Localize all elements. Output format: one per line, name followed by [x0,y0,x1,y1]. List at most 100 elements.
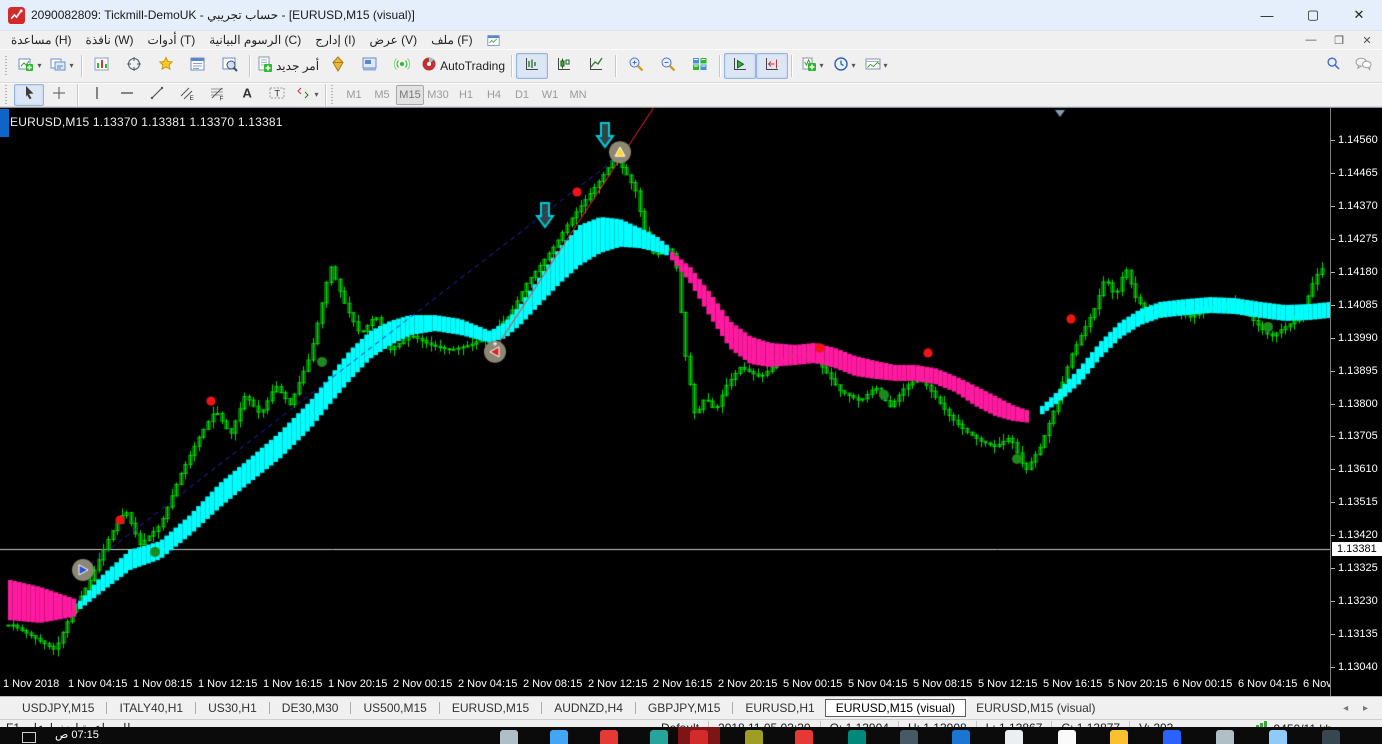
fibonacci-tool[interactable]: F [202,84,232,106]
taskbar-app-red-icon[interactable] [600,730,618,744]
terminal-button[interactable] [354,53,386,79]
taskbar-app-light-icon[interactable] [1005,730,1023,744]
chart-tab[interactable]: EURUSD,H1 [735,699,824,717]
taskbar-app-blue-icon[interactable] [952,730,970,744]
templates-button[interactable]: ▾ [860,53,892,79]
tick-chart-button[interactable] [86,53,118,79]
timeframe-h4[interactable]: H4 [480,85,508,105]
taskbar-app-red-2-icon[interactable] [795,730,813,744]
taskbar-app-window-icon[interactable] [500,730,518,744]
timeframe-d1[interactable]: D1 [508,85,536,105]
timeframe-w1[interactable]: W1 [536,85,564,105]
candle-chart-button[interactable] [548,53,580,79]
menu-insert[interactable]: إدارج (I) [308,32,362,48]
chart-window-icon[interactable] [486,34,501,47]
zoom-in-button[interactable] [620,53,652,79]
taskbar-app-lightblue-icon[interactable] [1269,730,1287,744]
toolbar-grip[interactable] [5,56,10,76]
mdi-close-button[interactable]: ✕ [1358,34,1376,47]
maximize-button[interactable]: ▢ [1290,0,1336,30]
tile-windows-button[interactable] [684,53,716,79]
cursor-tool[interactable] [14,84,44,106]
indicators-button[interactable]: ▾ [796,53,828,79]
close-button[interactable]: ✕ [1336,0,1382,30]
new-chart-button-caret[interactable]: ▾ [37,62,41,70]
auto-scroll-button[interactable] [724,53,756,79]
chart-tab[interactable]: GBPJPY,M15 [638,699,730,717]
mdi-restore-button[interactable]: ❐ [1330,34,1348,47]
autotrading-button[interactable]: AutoTrading [418,53,508,79]
community-chat-icon[interactable] [1355,56,1372,76]
menu-file[interactable]: ملف (F) [424,32,479,48]
arrows-tool[interactable]: ▾ [292,84,322,106]
text-tool[interactable]: A [232,84,262,106]
taskbar-app-colorful-icon[interactable] [550,730,568,744]
chart-shift-button[interactable] [756,53,788,79]
chart-tab[interactable]: AUDNZD,H4 [544,699,633,717]
news-button[interactable] [386,53,418,79]
taskbar-app-blue-2-icon[interactable] [1163,730,1181,744]
timeframe-mn[interactable]: MN [564,85,592,105]
new-chart-button[interactable]: ▾ [14,53,46,79]
timeframe-h1[interactable]: H1 [452,85,480,105]
quotes-button[interactable] [118,53,150,79]
timeframe-m5[interactable]: M5 [368,85,396,105]
favorites-button[interactable] [150,53,182,79]
taskbar-folder-icon[interactable] [1110,730,1128,744]
zoom-out-button[interactable] [652,53,684,79]
chart-tab[interactable]: US500,M15 [353,699,436,717]
bar-chart-button[interactable] [516,53,548,79]
menu-view[interactable]: عرض (V) [362,32,424,48]
taskbar-app-dark-2-icon[interactable] [1322,730,1340,744]
profiles-button-caret[interactable]: ▾ [69,62,73,70]
search-icon[interactable] [1326,56,1341,76]
menu-window[interactable]: نافذة (W) [79,32,141,48]
chart-tab[interactable]: ITALY40,H1 [109,699,193,717]
data-window-button[interactable] [214,53,246,79]
indicators-button-caret[interactable]: ▾ [820,62,824,70]
menu-tools[interactable]: أدوات (T) [141,32,203,48]
trendline-tool[interactable] [142,84,172,106]
label-tool[interactable]: T [262,84,292,106]
taskbar-app-teal-icon[interactable] [650,730,668,744]
chart-tab-active[interactable]: EURUSD,M15 (visual) [825,699,966,717]
timeframe-m15[interactable]: M15 [396,85,424,105]
taskbar-app-white-icon[interactable] [1058,730,1076,744]
minimize-button[interactable]: — [1244,0,1290,30]
timeframe-m30[interactable]: M30 [424,85,452,105]
metaeditor-button[interactable] [322,53,354,79]
chart-tab[interactable]: EURUSD,M15 (visual) [966,699,1105,717]
periods-button[interactable]: ▾ [828,53,860,79]
touch-keyboard-icon[interactable] [22,732,36,743]
toolbar-grip[interactable] [331,85,336,105]
chart-tab[interactable]: DE30,M30 [272,699,349,717]
line-chart-button[interactable] [580,53,612,79]
horizontal-line-tool[interactable] [112,84,142,106]
arrows-tool-caret[interactable]: ▾ [314,91,318,99]
timeframe-m1[interactable]: M1 [340,85,368,105]
taskbar-app-dark-icon[interactable] [900,730,918,744]
chart-tab[interactable]: USDJPY,M15 [12,699,104,717]
time-axis[interactable]: 1 Nov 20181 Nov 04:151 Nov 08:151 Nov 12… [0,673,1330,696]
taskbar-app-teal-2-icon[interactable] [848,730,866,744]
crosshair-tool[interactable] [44,84,74,106]
price-chart[interactable] [0,108,1330,673]
channel-tool[interactable]: E [172,84,202,106]
vertical-line-tool[interactable] [82,84,112,106]
price-axis[interactable]: 1.13381 1.145601.144651.143701.142751.14… [1330,108,1382,696]
toolbar-grip[interactable] [5,85,10,105]
profiles-button[interactable]: ▾ [46,53,78,79]
templates-button-caret[interactable]: ▾ [884,62,888,70]
chart-tab[interactable]: EURUSD,M15 [442,699,539,717]
taskbar-app-gray-icon[interactable] [1216,730,1234,744]
mdi-minimize-button[interactable]: — [1302,34,1320,46]
periods-button-caret[interactable]: ▾ [852,62,856,70]
taskbar-metatrader-icon[interactable] [690,730,708,744]
taskbar-clock[interactable]: 07:15 ص [55,728,99,741]
market-watch-button[interactable] [182,53,214,79]
chart-tab[interactable]: US30,H1 [198,699,267,717]
menu-charts[interactable]: الرسوم البيانية (C) [202,32,308,48]
taskbar-app-olive-icon[interactable] [745,730,763,744]
new-order-button[interactable]: أمر جديد [254,53,322,79]
tab-scroll-arrows[interactable]: ◂ ▸ [1343,703,1374,714]
